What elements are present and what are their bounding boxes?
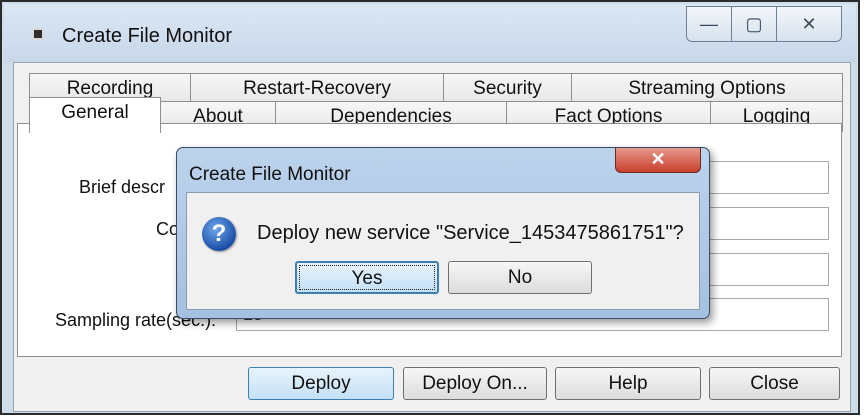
window-titlebar[interactable]: Create File Monitor — ▢ ✕ [4, 4, 856, 62]
dialog-close-button[interactable]: ✕ [615, 148, 701, 173]
close-button[interactable]: Close [709, 367, 840, 400]
dialog-title: Create File Monitor [189, 164, 351, 185]
minimize-button[interactable]: — [686, 6, 732, 42]
window-close-button[interactable]: ✕ [776, 6, 842, 42]
dialog-body: ? Deploy new service "Service_1453475861… [186, 192, 700, 310]
confirm-dialog: Create File Monitor ✕ ? Deploy new servi… [176, 147, 710, 319]
help-button[interactable]: Help [555, 367, 701, 400]
dialog-message: Deploy new service "Service_145347586175… [257, 222, 684, 244]
tab-restart-recovery[interactable]: Restart-Recovery [190, 73, 444, 104]
brief-description-label: Brief descr [79, 177, 166, 197]
question-icon: ? [202, 217, 236, 251]
yes-button[interactable]: Yes [295, 261, 439, 294]
tab-security[interactable]: Security [443, 73, 572, 104]
no-button[interactable]: No [448, 261, 592, 294]
maximize-button[interactable]: ▢ [731, 6, 777, 42]
app-icon [32, 28, 44, 40]
deploy-button[interactable]: Deploy [248, 367, 394, 400]
deploy-on-button[interactable]: Deploy On... [403, 367, 547, 400]
tab-general[interactable]: General [29, 97, 161, 133]
tab-streaming-options[interactable]: Streaming Options [571, 73, 843, 104]
window-title: Create File Monitor [62, 25, 233, 47]
